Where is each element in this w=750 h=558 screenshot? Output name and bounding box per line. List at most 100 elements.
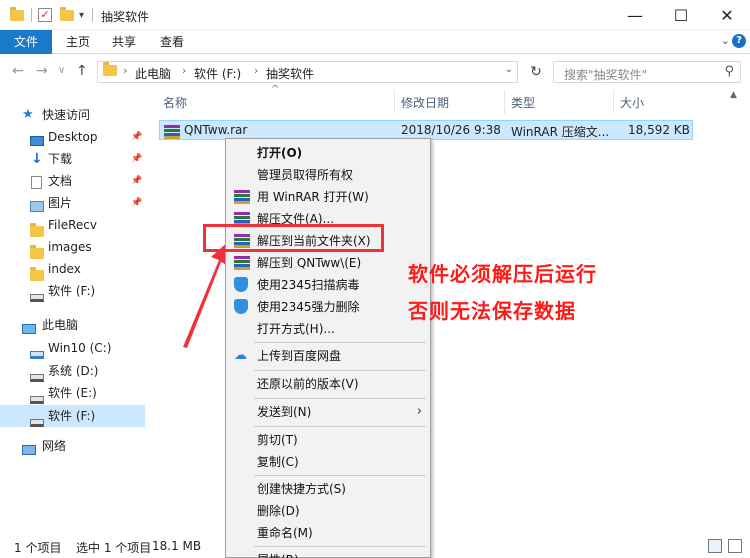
- menu-item-open-with-winrar[interactable]: 用 WinRAR 打开(W): [228, 186, 428, 208]
- column-header-type[interactable]: 类型: [511, 94, 535, 111]
- sidebar-item-network[interactable]: 网络: [0, 435, 145, 457]
- status-selected-size: 18.1 MB: [152, 539, 202, 553]
- breadcrumb-item[interactable]: 此电脑: [135, 65, 171, 82]
- sidebar-item-pictures[interactable]: 图片 📌: [0, 192, 145, 214]
- sidebar-item-label: Desktop: [48, 130, 98, 144]
- menu-item-take-ownership[interactable]: 管理员取得所有权: [228, 164, 428, 186]
- sidebar-item-label: FileRecv: [48, 218, 97, 232]
- recent-dropdown-icon[interactable]: ∨: [58, 65, 65, 76]
- menu-item-2345-delete[interactable]: 使用2345强力删除: [228, 296, 428, 318]
- cloud-icon: ☁: [234, 348, 247, 363]
- menu-item-properties[interactable]: 属性(R): [228, 549, 428, 558]
- star-icon: ★: [22, 107, 34, 122]
- new-folder-icon[interactable]: [60, 6, 74, 24]
- breadcrumb-item[interactable]: 软件 (F:): [194, 65, 241, 82]
- refresh-icon[interactable]: ↻: [525, 61, 547, 83]
- sidebar-item-downloads[interactable]: ↓ 下载 📌: [0, 148, 145, 170]
- chevron-right-icon: ›: [182, 64, 187, 77]
- sidebar-item-documents[interactable]: 文档 📌: [0, 170, 145, 192]
- tab-share[interactable]: 共享: [104, 30, 144, 54]
- column-divider[interactable]: [504, 90, 505, 114]
- sidebar-item-filerecv[interactable]: FileRecv: [0, 214, 145, 237]
- sidebar-item-label: 软件 (F:): [48, 284, 96, 298]
- column-header-size[interactable]: 大小: [620, 94, 644, 111]
- column-divider[interactable]: [613, 90, 614, 114]
- vertical-scrollbar[interactable]: ▲: [727, 90, 744, 530]
- column-divider[interactable]: [394, 90, 395, 114]
- address-bar[interactable]: › 此电脑 › 软件 (F:) › 抽奖软件 ⌄: [97, 61, 518, 83]
- menu-separator: [254, 426, 426, 427]
- sidebar-item-label: 网络: [42, 439, 67, 453]
- tab-view[interactable]: 查看: [152, 30, 192, 54]
- folder-icon: [103, 62, 117, 79]
- title-bar: ✓ ▾ 抽奖软件 — ☐ ✕: [0, 0, 750, 30]
- annotation-line-1: 软件必须解压后运行: [408, 262, 597, 286]
- sort-arrow-icon: ^: [271, 84, 280, 95]
- properties-check-icon[interactable]: ✓: [38, 6, 52, 24]
- menu-item-copy[interactable]: 复制(C): [228, 451, 428, 473]
- network-icon: [22, 440, 36, 462]
- context-menu: 打开(O) 管理员取得所有权 用 WinRAR 打开(W) 解压文件(A)...…: [225, 138, 431, 558]
- table-row[interactable]: QNTww.rar 2018/10/26 9:38 WinRAR 压缩文... …: [159, 120, 693, 140]
- tab-file[interactable]: 文件: [0, 30, 52, 54]
- tab-home[interactable]: 主页: [58, 30, 98, 54]
- menu-item-delete[interactable]: 删除(D): [228, 500, 428, 522]
- pin-icon[interactable]: 📌: [131, 170, 142, 192]
- pin-icon[interactable]: 📌: [131, 192, 142, 214]
- status-selected-count: 选中 1 个项目: [76, 541, 152, 555]
- up-icon[interactable]: ↑: [76, 63, 88, 79]
- menu-item-rename[interactable]: 重命名(M): [228, 522, 428, 544]
- sidebar-item-drive-f-quick[interactable]: 软件 (F:): [0, 280, 145, 302]
- sidebar-item-drive-e[interactable]: 软件 (E:): [0, 382, 145, 404]
- navigation-pane: ★ 快速访问 Desktop 📌 ↓ 下载 📌 文档 📌 图片 📌 FileRe…: [0, 90, 150, 530]
- maximize-icon[interactable]: ☐: [658, 0, 704, 30]
- sidebar-item-drive-d[interactable]: 系统 (D:): [0, 360, 145, 382]
- menu-item-restore-versions[interactable]: 还原以前的版本(V): [228, 373, 428, 395]
- chevron-down-icon[interactable]: ⌄: [721, 34, 730, 47]
- chevron-down-icon[interactable]: ⌄: [505, 64, 513, 75]
- search-icon: ⚲: [724, 64, 734, 79]
- details-view-icon[interactable]: [708, 539, 722, 553]
- file-size: 18,592 KB: [628, 123, 690, 137]
- menu-item-send-to[interactable]: 发送到(N) ›: [228, 401, 428, 423]
- menu-item-2345-scan[interactable]: 使用2345扫描病毒: [228, 274, 428, 296]
- column-header-modified[interactable]: 修改日期: [401, 94, 449, 111]
- sidebar-item-images[interactable]: images: [0, 236, 145, 259]
- divider: [31, 8, 32, 22]
- chevron-right-icon: ›: [416, 404, 422, 419]
- column-header-name[interactable]: 名称: [163, 94, 187, 111]
- help-icon[interactable]: ?: [732, 34, 746, 48]
- sidebar-item-this-pc[interactable]: 此电脑: [0, 314, 145, 336]
- download-icon: ↓: [31, 151, 43, 167]
- menu-item-baidu-upload[interactable]: ☁ 上传到百度网盘: [228, 345, 428, 367]
- pin-icon[interactable]: 📌: [131, 148, 142, 170]
- breadcrumb-item[interactable]: 抽奖软件: [266, 65, 314, 82]
- sidebar-item-quick-access[interactable]: ★ 快速访问: [0, 104, 145, 126]
- menu-separator: [254, 398, 426, 399]
- file-name: QNTww.rar: [184, 123, 248, 137]
- large-icons-view-icon[interactable]: [728, 539, 742, 553]
- menu-item-open-with[interactable]: 打开方式(H)...: [228, 318, 428, 340]
- menu-item-open[interactable]: 打开(O): [228, 142, 428, 164]
- back-icon[interactable]: ←: [12, 63, 24, 79]
- scroll-up-icon[interactable]: ▲: [730, 90, 737, 100]
- pin-icon[interactable]: 📌: [131, 126, 142, 148]
- quick-access-dropdown-icon[interactable]: ▾: [79, 6, 84, 24]
- folder-icon: [10, 6, 24, 24]
- close-icon[interactable]: ✕: [704, 0, 750, 30]
- sidebar-item-drive-f[interactable]: 软件 (F:): [0, 405, 145, 427]
- file-type: WinRAR 压缩文...: [511, 125, 610, 139]
- highlight-box: [203, 224, 384, 252]
- sidebar-item-drive-c[interactable]: Win10 (C:): [0, 337, 145, 359]
- menu-item-extract-to-folder[interactable]: 解压到 QNTww\(E): [228, 252, 428, 274]
- search-input[interactable]: 搜索"抽奖软件" ⚲: [553, 61, 741, 83]
- sidebar-item-label: 软件 (F:): [48, 409, 96, 423]
- forward-icon[interactable]: →: [36, 63, 48, 79]
- minimize-icon[interactable]: —: [612, 0, 658, 30]
- menu-separator: [254, 370, 426, 371]
- menu-item-cut[interactable]: 剪切(T): [228, 429, 428, 451]
- drive-icon: [30, 412, 44, 434]
- menu-item-create-shortcut[interactable]: 创建快捷方式(S): [228, 478, 428, 500]
- sidebar-item-desktop[interactable]: Desktop 📌: [0, 126, 145, 148]
- sidebar-item-index[interactable]: index: [0, 258, 145, 281]
